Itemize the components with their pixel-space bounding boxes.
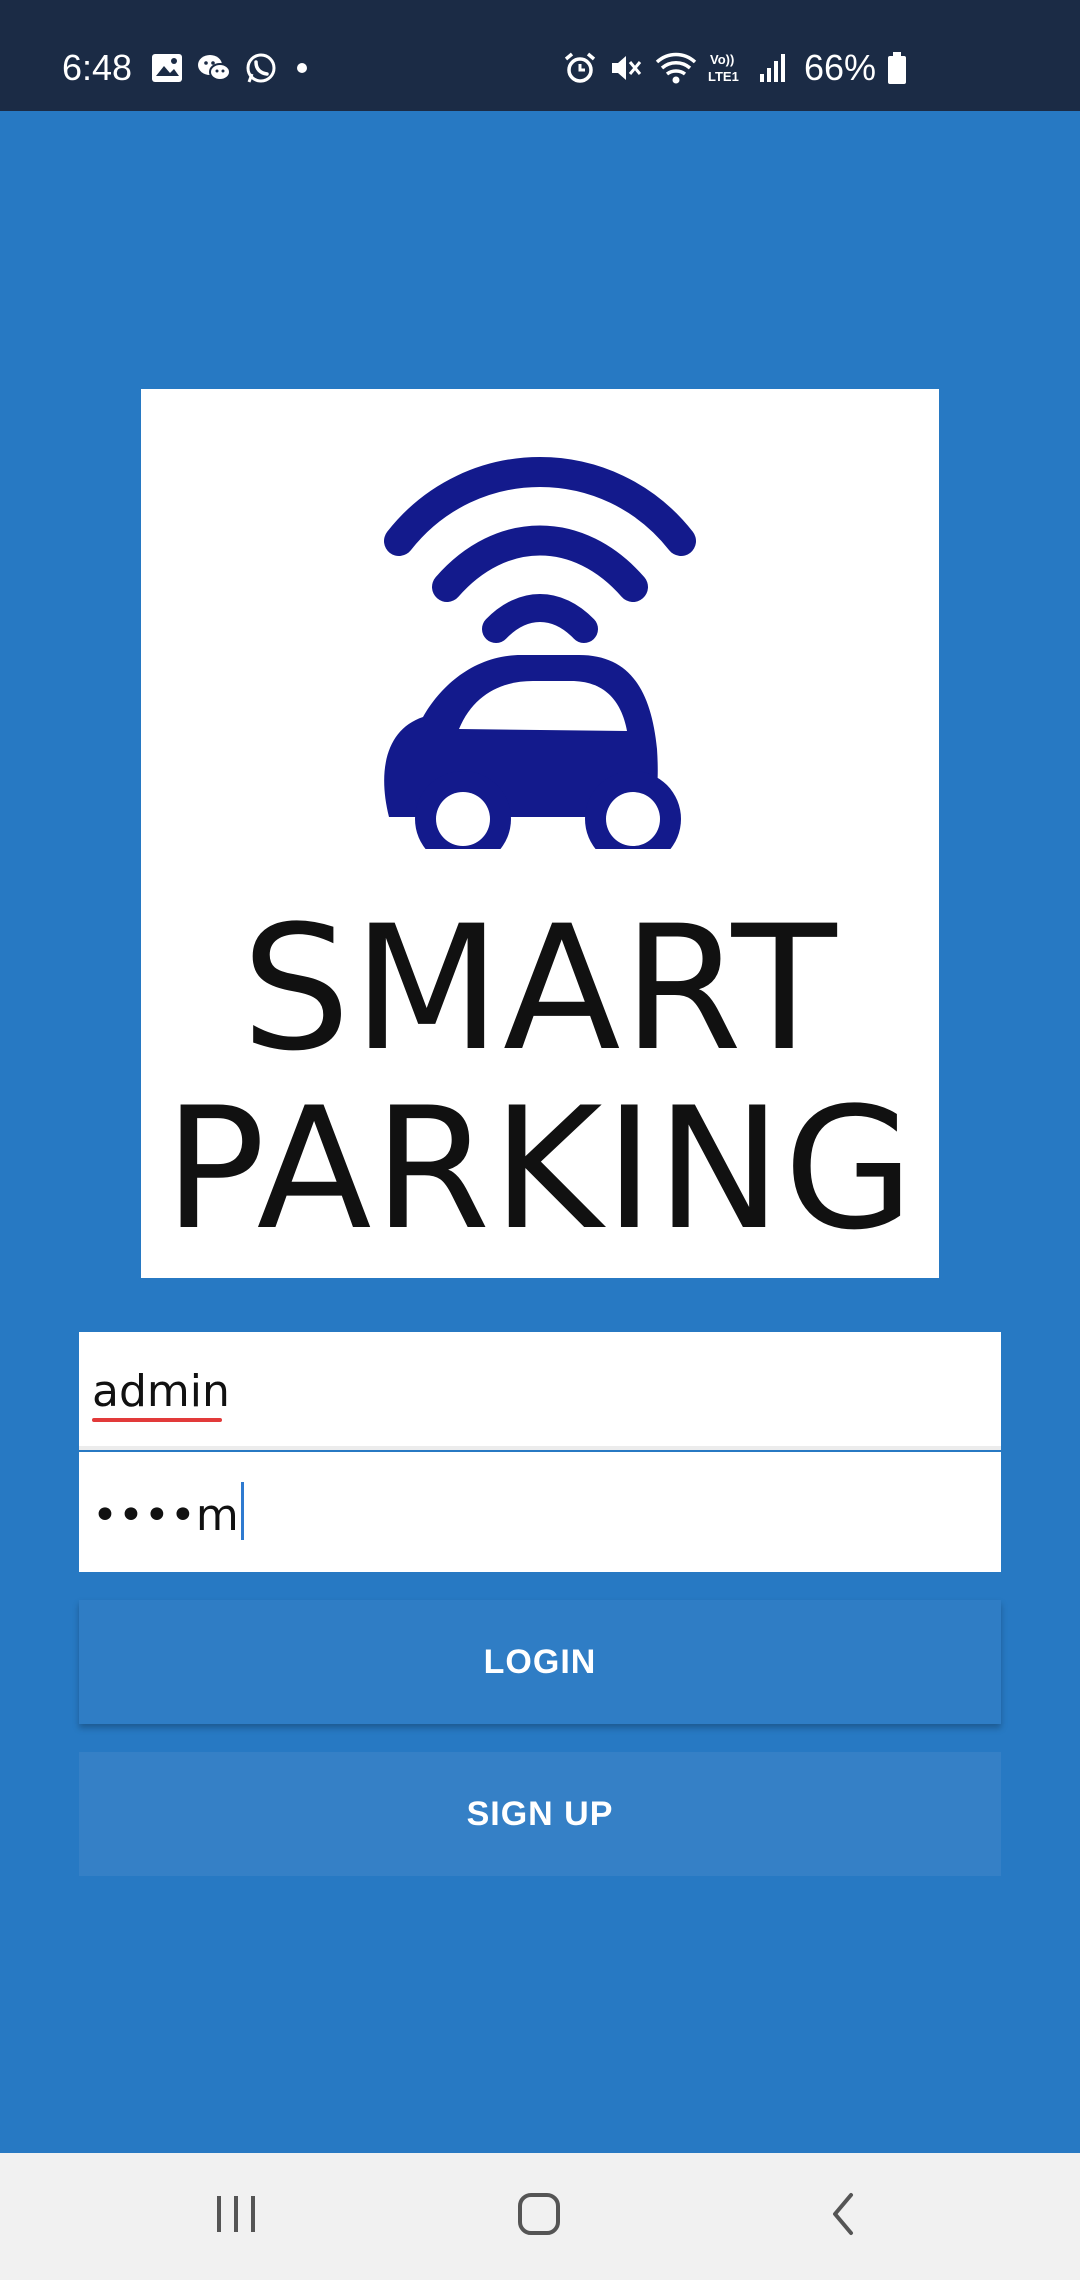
status-time: 6:48: [62, 47, 133, 88]
username-field[interactable]: admin: [79, 1332, 1001, 1450]
recents-icon: [213, 2194, 259, 2239]
alarm-icon: [562, 50, 598, 86]
recents-button[interactable]: [166, 2153, 306, 2280]
gallery-icon: [150, 52, 184, 84]
connected-car-icon: [384, 457, 696, 849]
home-icon: [516, 2191, 562, 2242]
whatsapp-icon: [244, 51, 278, 85]
logo-text-parking: PARKING: [164, 1071, 916, 1267]
password-field[interactable]: ••••m: [79, 1452, 1001, 1572]
notification-icons: [150, 48, 314, 88]
system-icons: Vo)) LTE1 66%: [562, 44, 908, 92]
status-bar: 6:48 Vo)) LTE1 66%: [0, 0, 1080, 111]
svg-text:LTE1: LTE1: [708, 69, 739, 84]
wifi-icon: [654, 50, 698, 86]
navigation-bar: [0, 2153, 1080, 2280]
wechat-icon: [196, 52, 232, 84]
signal-icon: [758, 52, 788, 84]
battery-icon: [886, 51, 908, 85]
mute-icon: [608, 50, 644, 86]
app-logo: SMART PARKING: [141, 389, 939, 1278]
text-cursor: [240, 1482, 244, 1540]
volte-icon: Vo)) LTE1: [708, 50, 748, 86]
signup-button[interactable]: SIGN UP: [79, 1752, 1001, 1876]
password-value: ••••m: [92, 1490, 239, 1541]
back-button[interactable]: [772, 2153, 912, 2280]
battery-percent: 66%: [803, 47, 876, 88]
spellcheck-underline: [92, 1418, 222, 1422]
username-value: admin: [92, 1366, 230, 1417]
svg-text:Vo)): Vo)): [710, 52, 734, 67]
back-icon: [827, 2191, 857, 2242]
dot-icon: [290, 56, 314, 80]
logo-text-smart: SMART: [241, 888, 839, 1089]
password-value-wrap: ••••m: [92, 1482, 244, 1546]
home-button[interactable]: [469, 2153, 609, 2280]
login-button[interactable]: LOGIN: [79, 1600, 1001, 1724]
